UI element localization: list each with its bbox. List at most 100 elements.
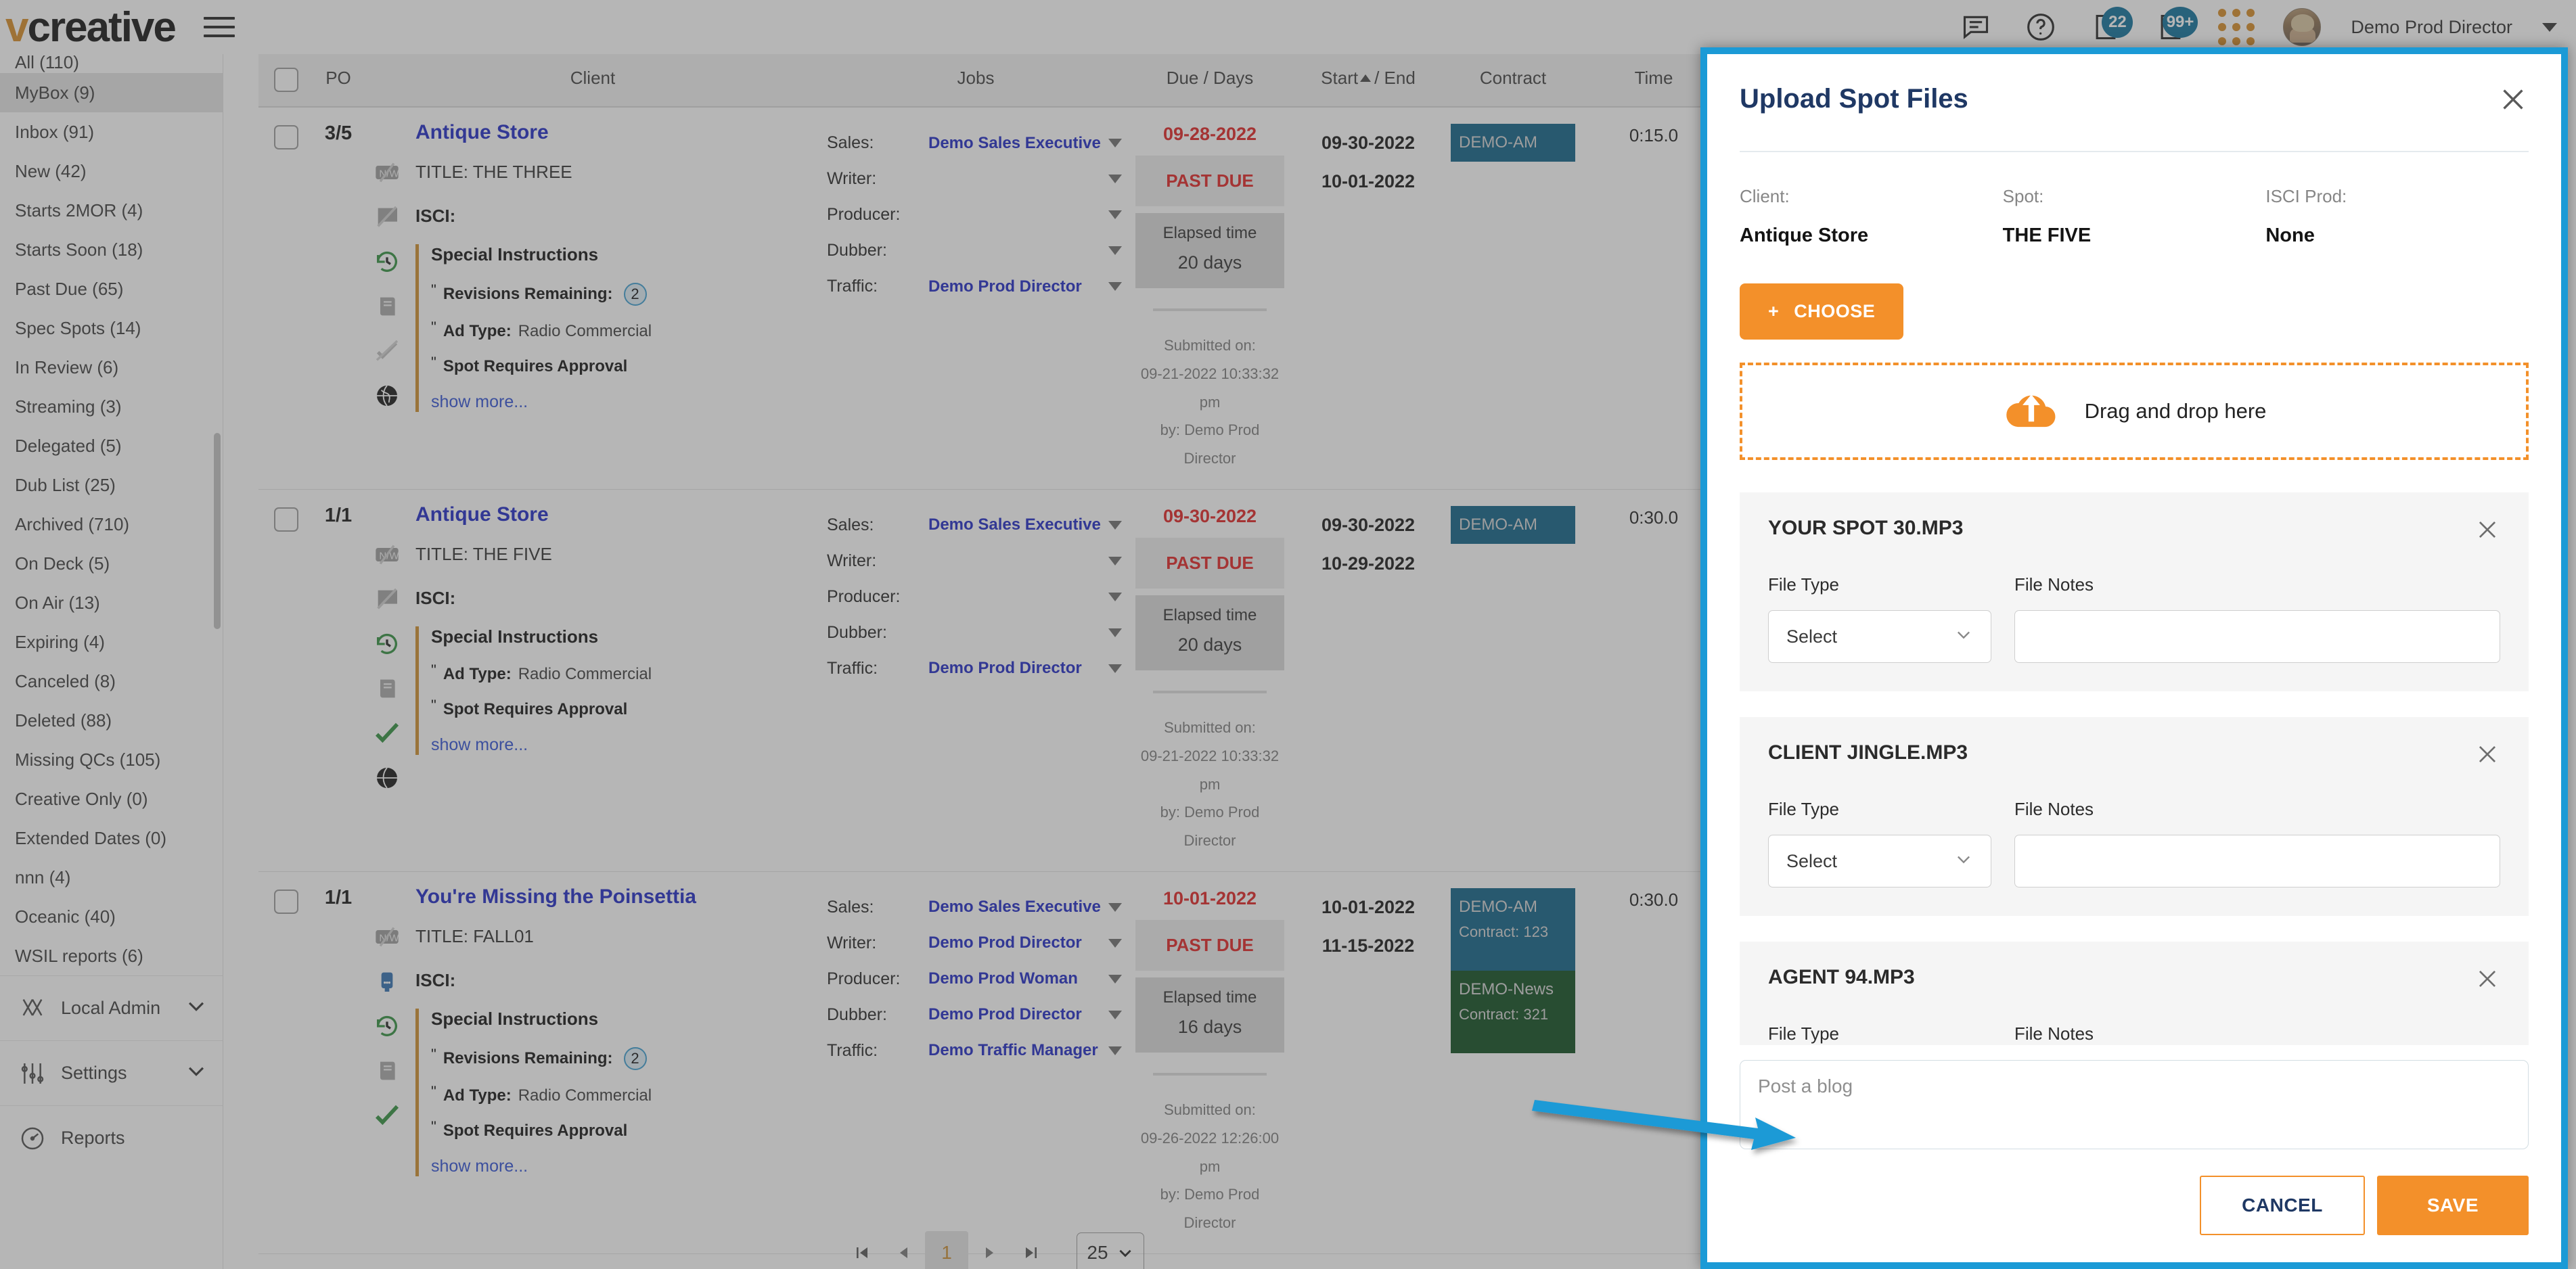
client-name-link[interactable]: Antique Store — [415, 121, 823, 144]
sidebar-item-streaming[interactable]: Streaming (3) — [0, 387, 223, 426]
globe-icon[interactable] — [374, 382, 401, 409]
first-page-button[interactable] — [841, 1232, 883, 1269]
sidebar-section-local-admin[interactable]: Local Admin — [0, 975, 223, 1040]
chevron-down-icon[interactable] — [1108, 593, 1122, 601]
chevron-down-icon[interactable] — [1108, 557, 1122, 566]
chevron-down-icon[interactable] — [185, 1059, 208, 1087]
column-header-jobs[interactable]: Jobs — [823, 54, 1129, 107]
chevron-down-icon[interactable] — [1108, 628, 1122, 637]
globe-icon[interactable] — [374, 764, 401, 791]
sidebar-item-mybox[interactable]: MyBox (9) — [0, 73, 223, 112]
sidebar-item-on-air[interactable]: On Air (13) — [0, 583, 223, 622]
sidebar-item-nnn[interactable]: nnn (4) — [0, 858, 223, 897]
sidebar-item-dub-list[interactable]: Dub List (25) — [0, 465, 223, 505]
show-more-link[interactable]: show more... — [431, 392, 823, 412]
select-all-checkbox[interactable] — [274, 68, 298, 92]
table-row[interactable]: 1/1 N/W Y — [258, 871, 1727, 1253]
client-name-link[interactable]: Antique Store — [415, 503, 823, 526]
chevron-down-icon[interactable] — [1108, 975, 1122, 984]
sidebar-item-on-deck[interactable]: On Deck (5) — [0, 544, 223, 583]
job-person-link[interactable]: Demo Sales Executive — [928, 515, 1108, 534]
sidebar-item-spec-spots[interactable]: Spec Spots (14) — [0, 308, 223, 348]
chevron-down-icon[interactable] — [185, 994, 208, 1022]
save-button[interactable]: SAVE — [2377, 1176, 2529, 1235]
script-icon[interactable] — [374, 675, 401, 702]
show-more-link[interactable]: show more... — [431, 735, 823, 755]
menu-hamburger-icon[interactable] — [204, 17, 235, 37]
table-row[interactable]: 1/1 N/W — [258, 489, 1727, 871]
chevron-down-icon[interactable] — [1108, 939, 1122, 948]
job-person-link[interactable]: Demo Traffic Manager — [928, 1041, 1108, 1060]
chevron-down-icon[interactable] — [1108, 282, 1122, 291]
sidebar-item-in-review[interactable]: In Review (6) — [0, 348, 223, 387]
apps-grid-icon[interactable] — [2218, 9, 2253, 45]
avatar[interactable] — [2283, 8, 2321, 46]
row-checkbox[interactable] — [274, 890, 298, 914]
close-icon[interactable] — [2498, 84, 2529, 118]
cancel-button[interactable]: CANCEL — [2200, 1176, 2365, 1235]
remove-file-icon[interactable] — [2475, 741, 2500, 770]
sidebar-item-missing-qcs[interactable]: Missing QCs (105) — [0, 740, 223, 779]
column-header-start-end[interactable]: Start/ End — [1291, 54, 1445, 107]
sidebar-item-deleted[interactable]: Deleted (88) — [0, 701, 223, 740]
sidebar-item-creative-only[interactable]: Creative Only (0) — [0, 779, 223, 818]
client-name-link[interactable]: You're Missing the Poinsettia — [415, 885, 823, 908]
chevron-down-icon[interactable] — [1108, 903, 1122, 912]
chevron-down-icon[interactable] — [1108, 139, 1122, 147]
row-checkbox[interactable] — [274, 125, 298, 149]
chevron-down-icon[interactable] — [1108, 1011, 1122, 1019]
script-icon[interactable] — [374, 1057, 401, 1084]
script-icon[interactable] — [374, 293, 401, 320]
last-page-button[interactable] — [1010, 1232, 1052, 1269]
row-checkbox[interactable] — [274, 507, 298, 532]
prev-page-button[interactable] — [883, 1232, 925, 1269]
messages-icon[interactable]: 99+ — [2153, 9, 2188, 45]
help-icon[interactable] — [2023, 9, 2058, 45]
chevron-down-icon[interactable] — [1108, 664, 1122, 673]
page-size-select[interactable]: 25 — [1077, 1232, 1144, 1269]
sidebar-item-past-due[interactable]: Past Due (65) — [0, 269, 223, 308]
remove-file-icon[interactable] — [2475, 966, 2500, 995]
sidebar-item-extended-dates[interactable]: Extended Dates (0) — [0, 818, 223, 858]
page-number-1[interactable]: 1 — [925, 1231, 968, 1269]
sidebar-item-starts-soon[interactable]: Starts Soon (18) — [0, 230, 223, 269]
revision-history-icon[interactable] — [374, 248, 401, 275]
column-header-contract[interactable]: Contract — [1445, 54, 1581, 107]
sidebar-item-canceled[interactable]: Canceled (8) — [0, 662, 223, 701]
job-person-link[interactable]: Demo Prod Woman — [928, 969, 1108, 988]
sidebar-item-inbox[interactable]: Inbox (91) — [0, 112, 223, 152]
chevron-down-icon[interactable] — [1108, 521, 1122, 530]
show-more-link[interactable]: show more... — [431, 1157, 823, 1176]
job-person-link[interactable]: Demo Sales Executive — [928, 134, 1108, 153]
chevron-down-icon[interactable] — [2542, 23, 2557, 32]
chat-icon[interactable] — [1958, 9, 1993, 45]
chevron-down-icon[interactable] — [1108, 175, 1122, 183]
table-row[interactable]: 3/5 N/W — [258, 107, 1727, 489]
sidebar-item-all[interactable]: All (110) — [0, 54, 223, 73]
chevron-down-icon[interactable] — [1108, 1046, 1122, 1055]
sidebar-item-oceanic[interactable]: Oceanic (40) — [0, 897, 223, 936]
choose-files-button[interactable]: + CHOOSE — [1740, 283, 1903, 340]
sidebar-item-wsil-reports[interactable]: WSIL reports (6) — [0, 936, 223, 975]
sidebar-scrollbar[interactable] — [214, 433, 221, 629]
sidebar-item-expiring[interactable]: Expiring (4) — [0, 622, 223, 662]
job-person-link[interactable]: Demo Prod Director — [928, 933, 1108, 952]
sidebar-item-new[interactable]: New (42) — [0, 152, 223, 191]
job-person-link[interactable]: Demo Prod Director — [928, 1005, 1108, 1024]
job-person-link[interactable]: Demo Prod Director — [928, 277, 1108, 296]
post-blog-textarea[interactable] — [1740, 1060, 2529, 1149]
sidebar-item-archived[interactable]: Archived (710) — [0, 505, 223, 544]
file-type-select[interactable]: Select — [1768, 610, 1991, 663]
revision-history-icon[interactable] — [374, 1013, 401, 1040]
file-notes-input[interactable] — [2014, 835, 2500, 887]
column-header-client[interactable]: Client — [363, 54, 823, 107]
file-type-select[interactable]: Select — [1768, 835, 1991, 887]
chevron-down-icon[interactable] — [1108, 210, 1122, 219]
sidebar-section-settings[interactable]: Settings — [0, 1040, 223, 1105]
column-header-po[interactable]: PO — [314, 54, 363, 107]
next-page-button[interactable] — [968, 1232, 1010, 1269]
job-person-link[interactable]: Demo Prod Director — [928, 659, 1108, 678]
chevron-down-icon[interactable] — [1108, 246, 1122, 255]
revision-history-icon[interactable] — [374, 630, 401, 657]
drag-drop-zone[interactable]: Drag and drop here — [1740, 363, 2529, 460]
